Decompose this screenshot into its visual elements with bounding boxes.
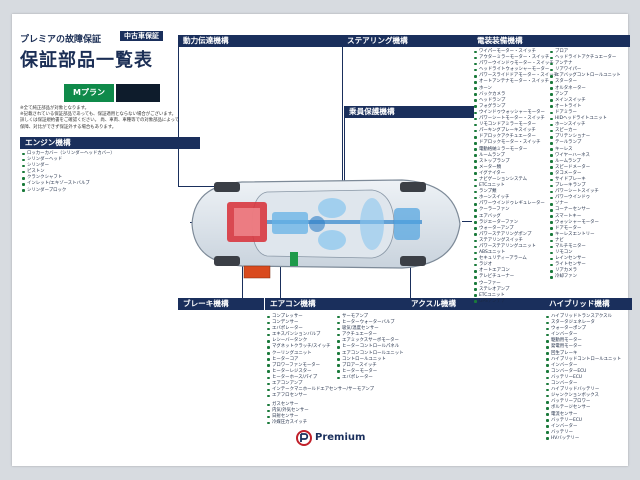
brake-part [243, 265, 271, 279]
seat-front [318, 198, 346, 218]
plan-note: 保障、対比ができず保証外する場合もあります。 [20, 124, 117, 130]
plan-color-swatch [116, 84, 160, 102]
seat-rear [360, 198, 384, 250]
aircon-part [290, 252, 298, 266]
list-item: 冷却ファン [550, 274, 621, 280]
power-heading: 動力伝達機構 [178, 35, 346, 47]
list-item: HVバッテリー [546, 436, 621, 442]
aircon-heading: エアコン機構 [265, 298, 411, 310]
steering-heading: ステアリング機構 [342, 35, 476, 47]
electrical-heading: 電装装備機構 [472, 35, 630, 47]
plan-label: Mプラン [64, 84, 114, 102]
aircon-items-col2: サーモアンプ ヒーターウォーターバルブ 吸気/温度センサー アクチュエーター エ… [337, 314, 403, 381]
list-item: GPSアンテナ [474, 299, 558, 305]
plan-notes: ※全て純正部品が対象となります。 ※記載されている保証部品であっても、保証適用と… [20, 106, 185, 131]
hybrid-items: ハイブリッドトランスアクスル スタータジェネレータ ウォーターポンプ インバータ… [546, 314, 621, 442]
list-item: シリンダーブロック [22, 188, 115, 194]
electrical-items-col1: ワイパーモーター・スイッチ アウターミラーモーター・スイッチ パワーウインドゥモ… [474, 49, 558, 305]
fuel-part [309, 216, 325, 232]
brake-heading: ブレーキ機構 [178, 298, 264, 310]
engine-items: ロッカーカバー（シリンダーヘッドカバー） シリンダーヘッド シリンダー ピストン… [22, 151, 115, 194]
page-title: 保証部品一覧表 [20, 50, 153, 71]
engine-part [234, 208, 260, 236]
wheel-front-left [214, 182, 240, 192]
wheel-front-right [214, 256, 240, 266]
plan-note: 詳しくは保証規約書をご確認ください。 尚、車両、車種等での対象部品によって [20, 118, 180, 124]
header-badge: 中古車保証 [120, 31, 163, 41]
car-diagram [191, 179, 461, 279]
list-item: エバポレーター [337, 375, 403, 381]
engine-heading: エンジン機構 [20, 137, 200, 149]
aircon-items-col1b: ガスセンサー 内気/外気センサー 日射センサー 冷媒圧力スイッチ [267, 402, 309, 426]
footer-brand: Premium [315, 432, 366, 443]
electrical-items-col2: ブロア ヘッドライトアクチュエーター アンテナ リアワイパー エアバッグコントロ… [550, 49, 621, 281]
header-subtitle: プレミアの故障保証 [20, 35, 102, 45]
list-item: 冷媒圧力スイッチ [267, 420, 309, 426]
list-item: エアフロセンサー [267, 393, 374, 399]
premium-logo-icon [296, 430, 312, 446]
transmission [272, 212, 308, 234]
seat-heading: 乗員保護機構 [344, 106, 474, 118]
rear-axle [394, 208, 420, 240]
wheel-rear-right [400, 256, 426, 266]
warranty-parts-sheet: プレミアの故障保証 中古車保証 保証部品一覧表 Mプラン ※全て純正部品が対象と… [12, 14, 632, 466]
seat-front [318, 230, 346, 250]
wheel-rear-left [400, 182, 426, 192]
